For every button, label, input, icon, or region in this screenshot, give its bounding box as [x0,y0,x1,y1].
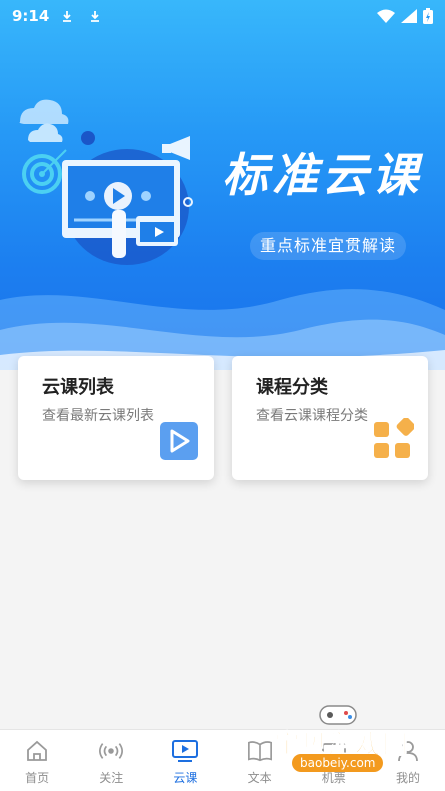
card-title: 云课列表 [42,377,114,398]
battery-charging-icon [423,8,433,24]
banner-subtitle: 重点标准宜贯解读 [250,232,407,260]
nav-text[interactable]: 文本 [223,730,297,791]
category-grid-icon [374,418,414,458]
nav-label: 首页 [25,771,50,785]
home-icon [24,738,50,764]
nav-label: 我的 [395,771,420,785]
banner-title: 标准云课 [222,148,422,202]
cloud-course-list-card[interactable]: 云课列表 查看最新云课列表 [18,356,214,480]
nav-home[interactable]: 首页 [0,730,74,791]
ticket-icon [321,738,347,764]
user-icon [395,738,421,764]
bottom-navigation: 首页 关注 云课 文本 机票 我的 [0,729,445,791]
nav-ticket[interactable]: 机票 [297,730,371,791]
nav-cloud-course[interactable]: 云课 [148,730,222,791]
elearning-illustration [19,99,193,265]
card-description: 查看云课课程分类 [256,408,368,424]
card-description: 查看最新云课列表 [42,408,154,424]
nav-mine[interactable]: 我的 [371,730,445,791]
wifi-icon [377,9,395,23]
nav-label: 文本 [247,771,272,785]
download-icon [59,8,75,24]
status-time: 9:14 [12,7,50,25]
card-title: 课程分类 [256,377,328,398]
nav-label: 关注 [99,771,124,785]
nav-follow[interactable]: 关注 [74,730,148,791]
nav-label: 机票 [321,771,346,785]
signal-icon [401,9,417,23]
book-icon [247,738,273,764]
hero-banner: 标准云课 重点标准宜贯解读 [0,0,445,378]
play-icon [160,422,198,460]
gamepad-icon [319,705,357,725]
download-icon [87,8,103,24]
video-play-icon [172,738,199,764]
broadcast-icon [98,738,124,764]
status-bar: 9:14 [0,0,445,32]
nav-label: 云课 [173,771,198,785]
course-category-card[interactable]: 课程分类 查看云课课程分类 [232,356,428,480]
